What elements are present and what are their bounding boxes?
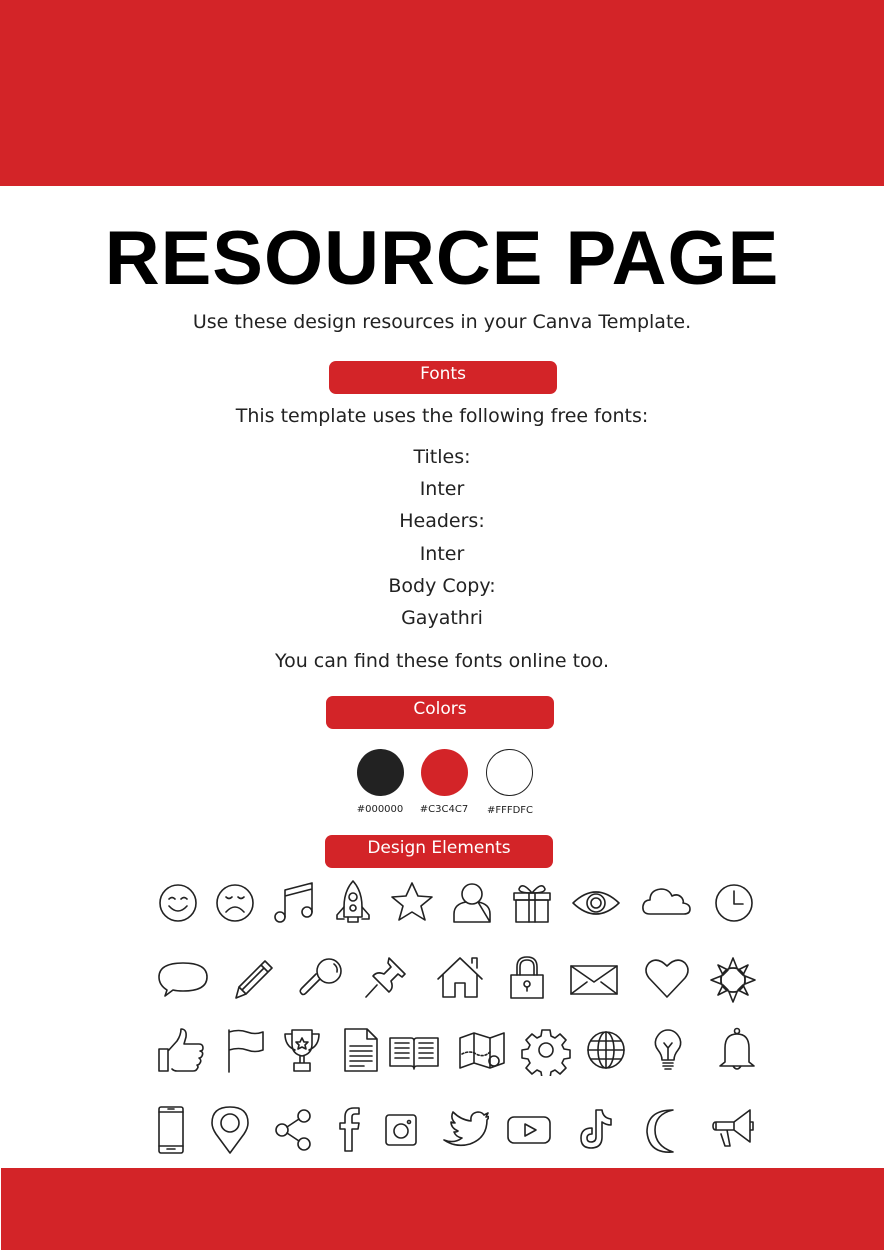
document-icon	[335, 1024, 387, 1076]
color-swatch-black	[357, 749, 404, 796]
cloud-icon	[640, 877, 692, 929]
star-icon	[386, 877, 438, 929]
sun-icon	[707, 952, 759, 1004]
color-label-white: #FFFDFC	[486, 805, 534, 816]
megaphone-icon	[710, 1104, 762, 1156]
trophy-icon	[276, 1024, 328, 1076]
map-icon	[456, 1024, 508, 1076]
smiley-face-icon	[152, 877, 204, 929]
font-role-body: Body Copy:	[388, 575, 496, 597]
fonts-intro: This template uses the following free fo…	[235, 405, 649, 427]
music-note-icon	[268, 877, 320, 929]
colors-section-label: Colors	[326, 696, 554, 729]
page-title: RESOURCE PAGE	[104, 216, 780, 301]
font-role-headers: Headers:	[399, 510, 485, 532]
gift-icon	[506, 877, 558, 929]
padlock-icon	[501, 952, 553, 1004]
facebook-icon	[323, 1104, 375, 1156]
color-swatch-white	[486, 749, 533, 796]
smartphone-icon	[148, 1104, 200, 1156]
crescent-moon-icon	[639, 1104, 691, 1156]
sad-face-icon	[209, 877, 261, 929]
gear-icon	[520, 1024, 572, 1076]
thumbs-up-icon	[155, 1024, 207, 1076]
bell-icon	[711, 1024, 763, 1076]
design-elements-section-label: Design Elements	[325, 835, 553, 868]
envelope-icon	[568, 952, 620, 1004]
speech-bubble-icon	[157, 952, 209, 1004]
page-subtitle: Use these design resources in your Canva…	[192, 311, 692, 333]
font-name-headers: Inter	[419, 543, 465, 565]
fonts-outro: You can find these fonts online too.	[274, 650, 610, 672]
font-name-titles: Inter	[419, 478, 465, 500]
color-swatch-red	[421, 749, 468, 796]
house-icon	[434, 952, 486, 1004]
footer-band	[1, 1168, 884, 1250]
tiktok-icon	[570, 1104, 622, 1156]
user-icon	[446, 877, 498, 929]
eye-icon	[570, 877, 622, 929]
pencil-icon	[228, 952, 280, 1004]
heart-icon	[641, 952, 693, 1004]
clock-icon	[708, 877, 760, 929]
share-icon	[268, 1104, 320, 1156]
light-bulb-icon	[642, 1024, 694, 1076]
push-pin-icon	[359, 952, 411, 1004]
fonts-section-label: Fonts	[329, 361, 557, 394]
font-name-body: Gayathri	[401, 607, 483, 629]
twitter-icon	[437, 1104, 489, 1156]
location-pin-icon	[204, 1104, 256, 1156]
font-role-titles: Titles:	[413, 446, 471, 468]
magnifying-glass-icon	[297, 952, 349, 1004]
header-band	[0, 0, 884, 186]
rocket-icon	[327, 877, 379, 929]
instagram-icon	[376, 1104, 428, 1156]
open-book-icon	[388, 1024, 440, 1076]
youtube-icon	[503, 1104, 555, 1156]
flag-icon	[219, 1024, 271, 1076]
globe-icon	[580, 1024, 632, 1076]
